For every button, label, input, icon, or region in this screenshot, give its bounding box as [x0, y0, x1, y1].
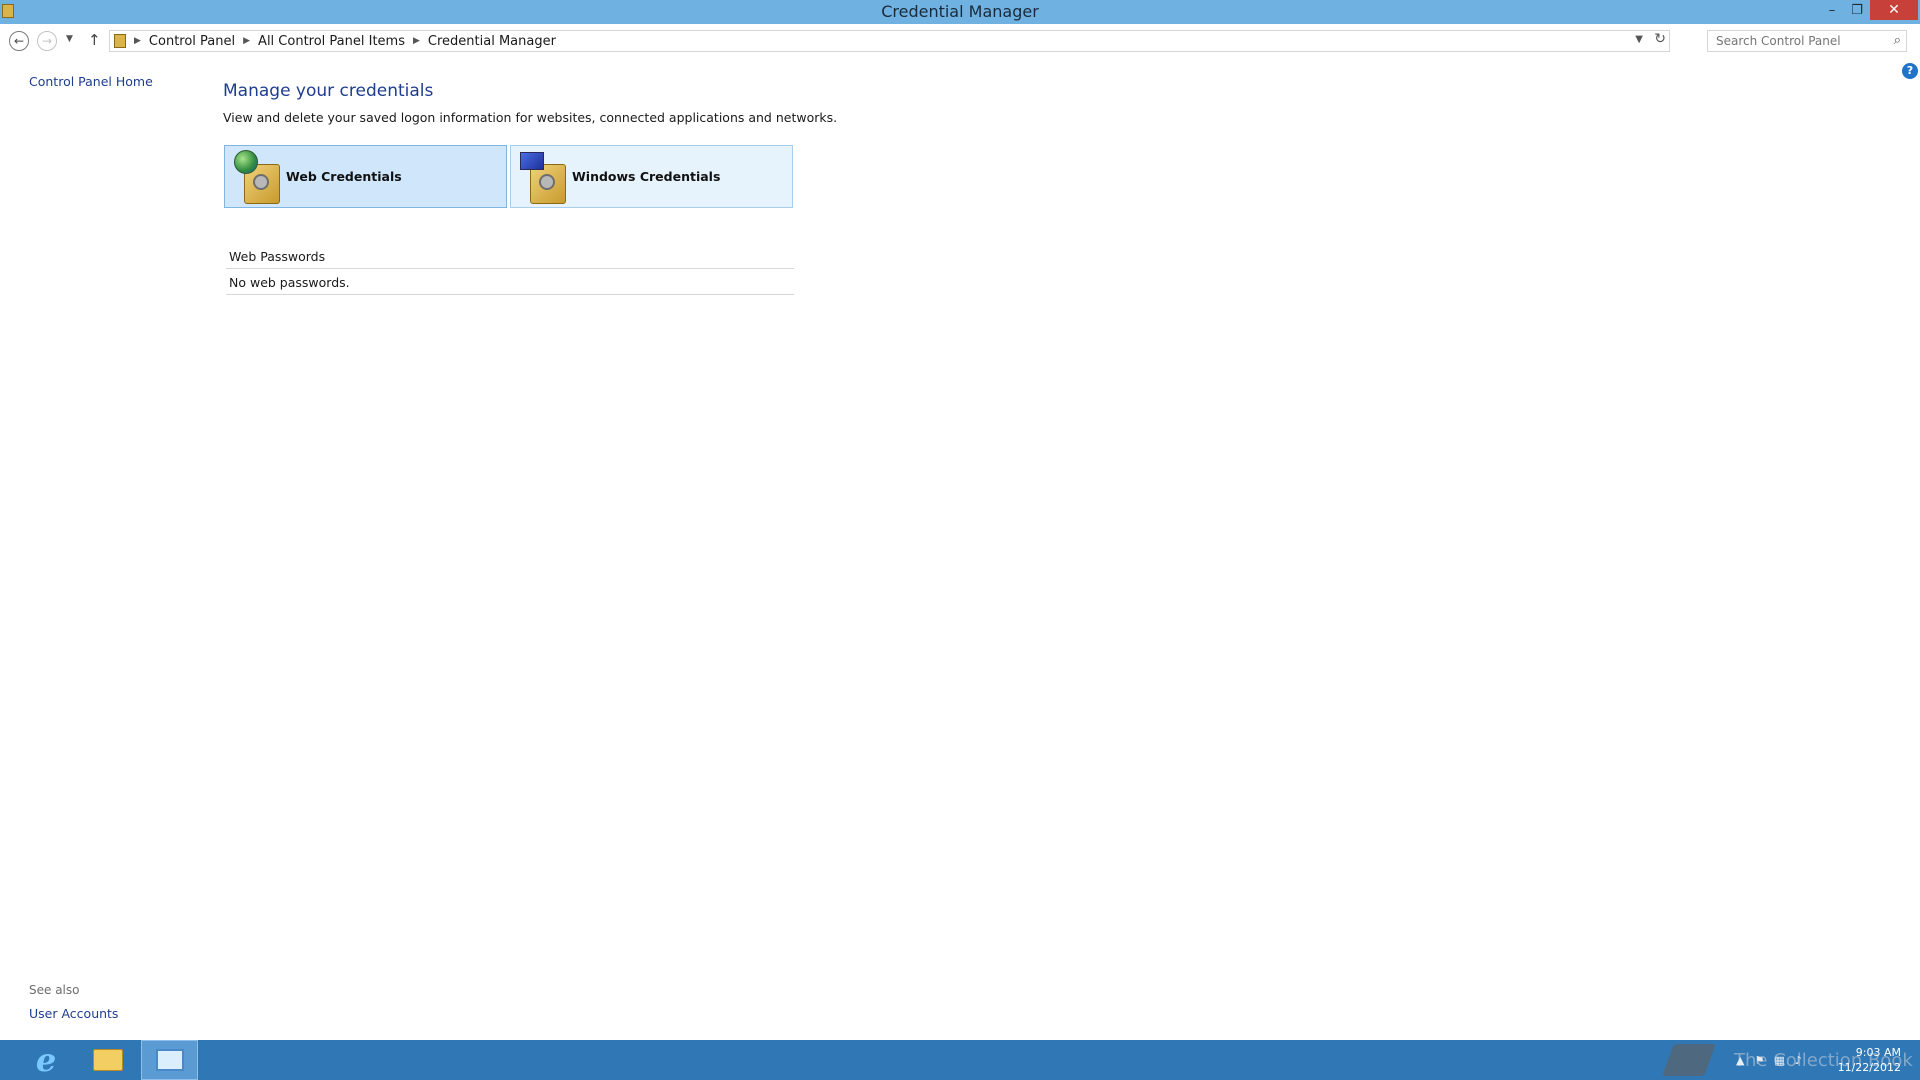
clock[interactable]: 9:03 AM 11/22/2012 — [1838, 1045, 1901, 1075]
taskbar: e The Collection Book ▲⚑▦♪ 9:03 AM 11/22… — [0, 1040, 1920, 1080]
windows-vault-icon — [520, 150, 566, 204]
network-icon[interactable]: ▦ — [1774, 1054, 1794, 1067]
clock-date: 11/22/2012 — [1837, 1061, 1901, 1074]
windows-credentials-tile[interactable]: Windows Credentials — [510, 145, 793, 208]
up-button[interactable]: ↑ — [88, 31, 101, 49]
divider — [226, 294, 794, 295]
arrow-up-icon: ↑ — [88, 31, 101, 49]
taskbar-file-explorer[interactable] — [84, 1040, 132, 1080]
refresh-icon[interactable]: ↻ — [1654, 31, 1666, 47]
help-icon[interactable]: ? — [1902, 63, 1918, 79]
arrow-right-icon: → — [41, 34, 53, 48]
page-title: Manage your credentials — [223, 81, 434, 101]
internet-explorer-icon: e — [35, 1041, 57, 1079]
divider — [226, 268, 794, 269]
minimize-button[interactable]: – — [1820, 0, 1844, 20]
web-passwords-header: Web Passwords — [229, 249, 326, 264]
tray-icons[interactable]: ▲⚑▦♪ — [1736, 1054, 1812, 1067]
book-watermark-icon — [1662, 1044, 1716, 1076]
web-vault-icon — [234, 149, 280, 204]
chevron-down-icon: ▼ — [66, 34, 73, 44]
chevron-right-icon[interactable]: ▶ — [243, 36, 250, 46]
navigation-bar: ← → ▼ ↑ ▶ Control Panel ▶ All Control Pa… — [0, 29, 1920, 53]
show-hidden-icons-icon[interactable]: ▲ — [1736, 1054, 1754, 1067]
page-description: View and delete your saved logon informa… — [223, 110, 838, 125]
title-bar: Credential Manager – ❐ ✕ — [0, 0, 1920, 24]
control-panel-icon — [114, 34, 126, 48]
breadcrumb-all-items[interactable]: All Control Panel Items — [258, 34, 405, 49]
control-panel-home-link[interactable]: Control Panel Home — [29, 74, 153, 89]
close-button[interactable]: ✕ — [1870, 0, 1918, 20]
system-tray: The Collection Book ▲⚑▦♪ 9:03 AM 11/22/2… — [1640, 1040, 1920, 1080]
address-bar[interactable]: ▶ Control Panel ▶ All Control Panel Item… — [109, 30, 1670, 52]
taskbar-internet-explorer[interactable]: e — [22, 1040, 70, 1080]
control-panel-icon — [155, 1049, 184, 1071]
restore-button[interactable]: ❐ — [1845, 0, 1869, 20]
address-dropdown-icon[interactable]: ▼ — [1635, 34, 1643, 45]
web-credentials-tile[interactable]: Web Credentials — [224, 145, 507, 208]
recent-locations-button[interactable]: ▼ — [66, 34, 73, 44]
empty-state-message: No web passwords. — [229, 275, 350, 290]
window-title: Credential Manager — [881, 2, 1039, 21]
chevron-right-icon[interactable]: ▶ — [134, 36, 141, 46]
arrow-left-icon: ← — [13, 34, 25, 48]
windows-credentials-label: Windows Credentials — [572, 169, 721, 184]
back-button[interactable]: ← — [9, 31, 29, 51]
taskbar-control-panel[interactable] — [141, 1040, 198, 1080]
web-credentials-label: Web Credentials — [286, 169, 402, 184]
forward-button[interactable]: → — [37, 31, 57, 51]
flag-icon[interactable]: ⚑ — [1754, 1054, 1774, 1067]
breadcrumb-control-panel[interactable]: Control Panel — [149, 34, 235, 49]
chevron-right-icon[interactable]: ▶ — [413, 36, 420, 46]
see-also-label: See also — [29, 983, 80, 997]
user-accounts-link[interactable]: User Accounts — [29, 1006, 118, 1021]
search-icon[interactable]: ⌕ — [1894, 33, 1901, 48]
breadcrumb-credential-manager[interactable]: Credential Manager — [428, 34, 556, 49]
folder-icon — [93, 1049, 123, 1071]
search-input[interactable] — [1714, 33, 1883, 49]
clock-time: 9:03 AM — [1855, 1046, 1901, 1059]
volume-icon[interactable]: ♪ — [1795, 1054, 1812, 1067]
search-box[interactable]: ⌕ — [1707, 30, 1907, 52]
